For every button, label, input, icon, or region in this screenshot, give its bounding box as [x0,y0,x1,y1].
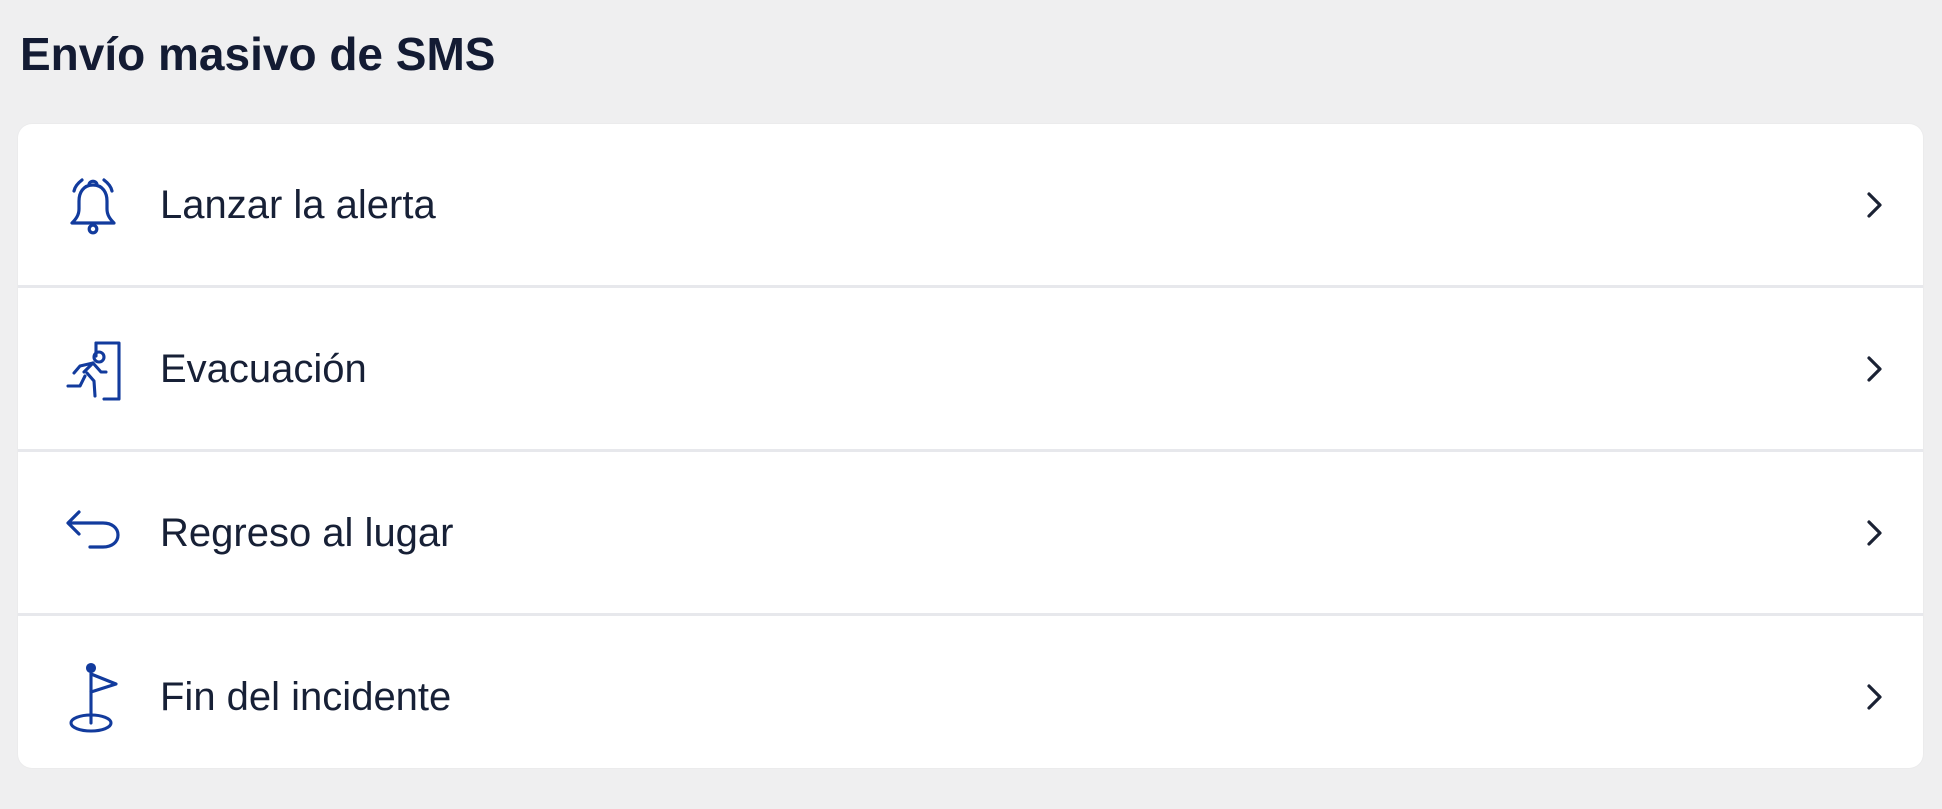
action-item-regreso-lugar[interactable]: Regreso al lugar [18,449,1923,613]
chevron-right-icon [1861,353,1887,385]
evacuation-exit-icon [58,334,128,404]
action-item-fin-incidente[interactable]: Fin del incidente [18,613,1923,768]
action-item-lanzar-alerta[interactable]: Lanzar la alerta [18,124,1923,285]
bell-alert-icon [58,170,128,240]
finish-flag-icon [58,662,128,733]
sms-action-list: Lanzar la alerta Evacuación Regreso al l… [18,124,1923,768]
action-label: Fin del incidente [160,674,452,719]
return-arrow-icon [58,498,128,568]
action-label: Evacuación [160,346,367,391]
page-title: Envío masivo de SMS [20,28,496,80]
chevron-right-icon [1861,189,1887,221]
action-item-evacuacion[interactable]: Evacuación [18,285,1923,449]
chevron-right-icon [1861,681,1887,713]
chevron-right-icon [1861,517,1887,549]
action-label: Regreso al lugar [160,510,454,555]
action-label: Lanzar la alerta [160,182,436,227]
